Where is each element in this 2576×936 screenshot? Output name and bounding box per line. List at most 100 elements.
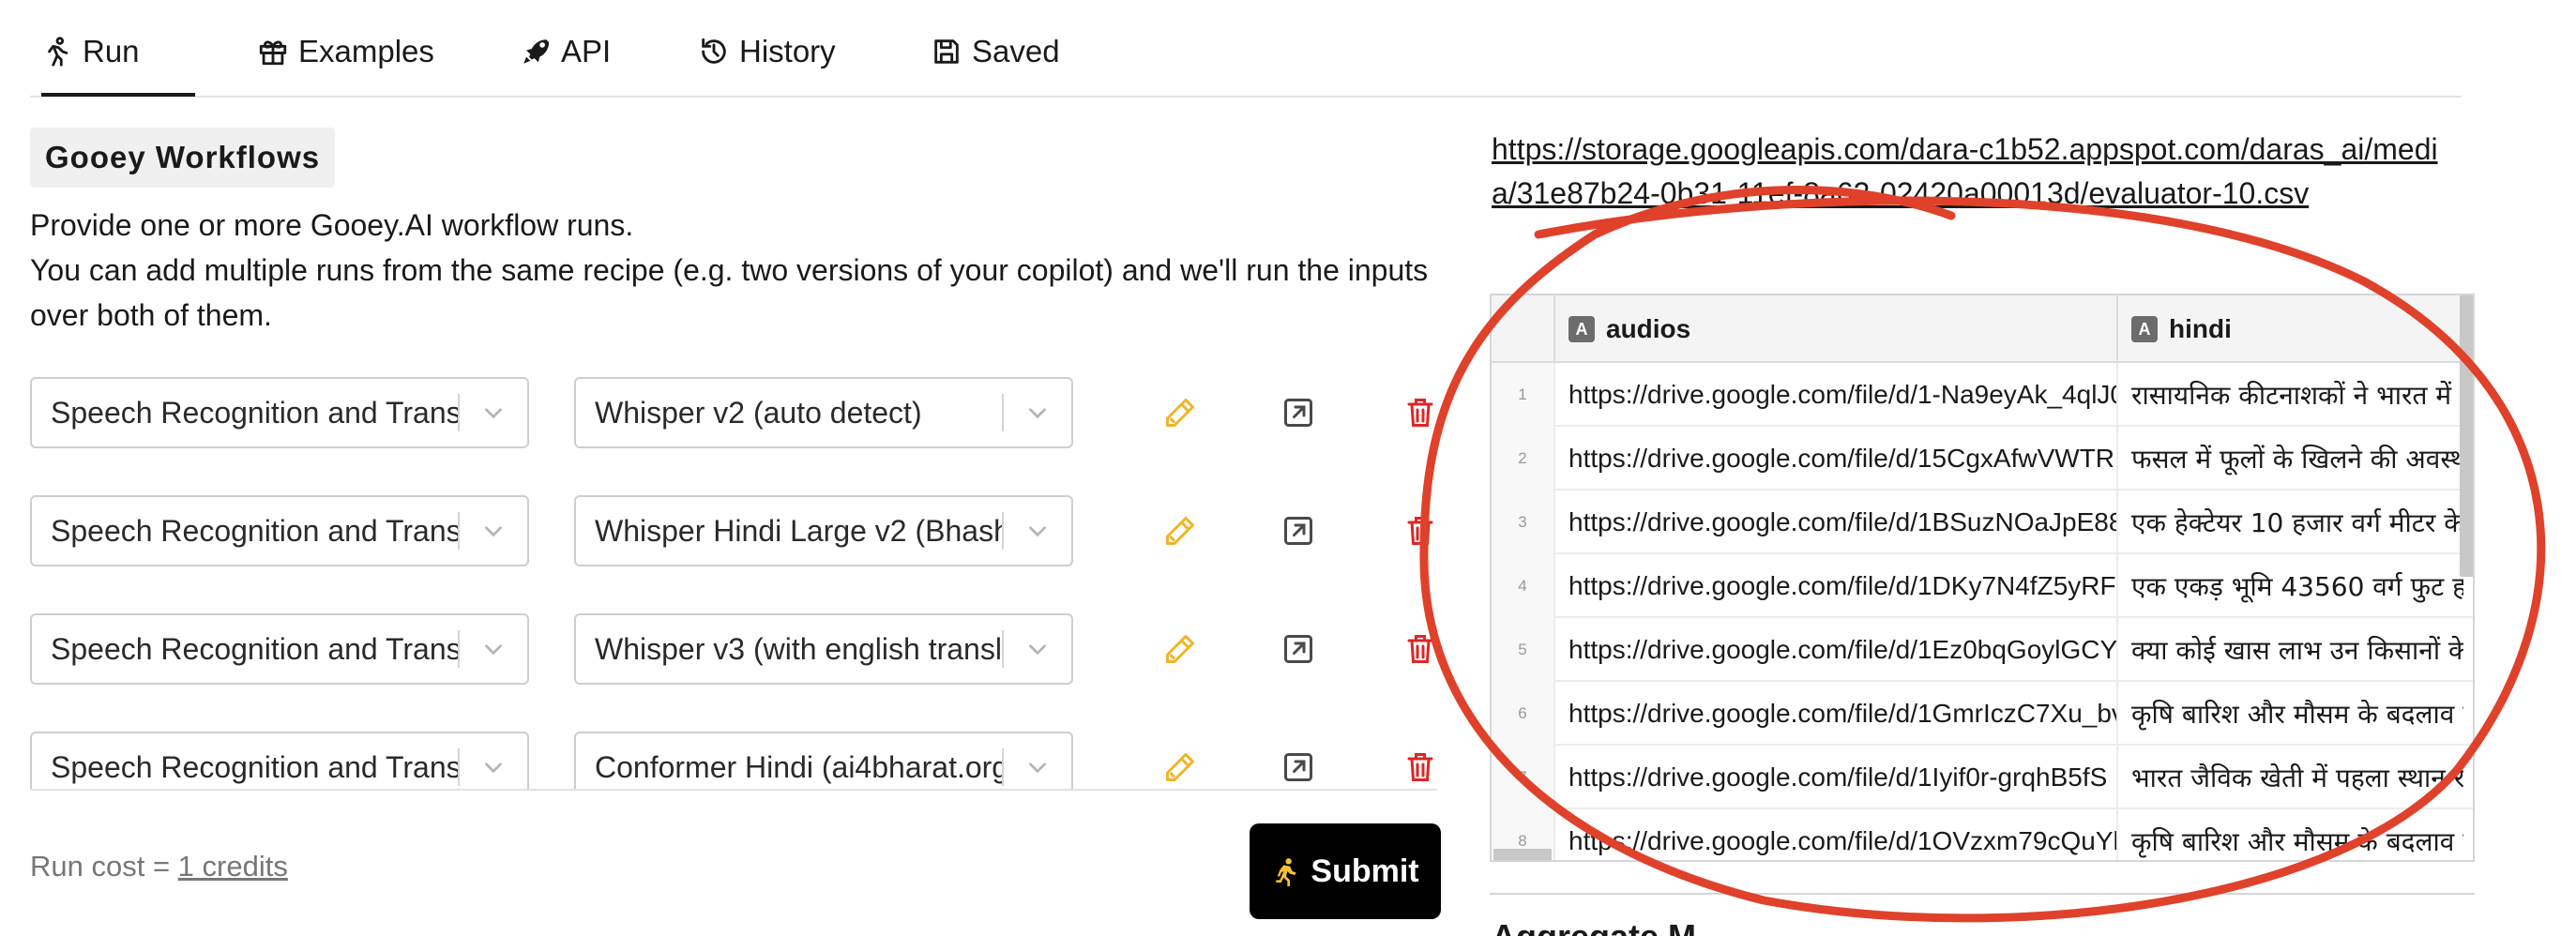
trash-icon[interactable] xyxy=(1402,394,1437,431)
open-link-icon[interactable] xyxy=(1280,748,1317,786)
column-header-audios[interactable]: A audios xyxy=(1553,295,2116,363)
chevron-down-icon xyxy=(460,379,527,446)
pencil-icon[interactable] xyxy=(1161,394,1199,431)
row-index: 4 xyxy=(1492,554,1553,618)
table-row[interactable]: 6 https://drive.google.com/file/d/1GmrIc… xyxy=(1492,682,2473,746)
table-row[interactable]: 2 https://drive.google.com/file/d/15CgxA… xyxy=(1492,427,2473,491)
open-link-icon[interactable] xyxy=(1280,512,1317,550)
recipe-select-value: Speech Recognition and Translation xyxy=(51,631,458,666)
grid-horizontal-scrollbar[interactable] xyxy=(1493,849,1552,860)
recipe-select[interactable]: Speech Recognition and Translation xyxy=(30,495,529,566)
text-column-icon: A xyxy=(1568,316,1595,342)
tab-examples-label: Examples xyxy=(298,34,434,68)
column-header-label: audios xyxy=(1606,314,1691,343)
grid-body: 1 https://drive.google.com/file/d/1-Na9e… xyxy=(1492,363,2473,860)
recipe-select-value: Speech Recognition and Translation xyxy=(51,395,458,430)
model-select[interactable]: Whisper v3 (with english translation) xyxy=(574,613,1073,685)
row-index: 1 xyxy=(1492,363,1553,427)
model-select-value: Whisper v2 (auto detect) xyxy=(595,395,922,430)
tab-saved-label: Saved xyxy=(972,34,1060,68)
submit-label: Submit xyxy=(1311,853,1419,889)
pencil-icon[interactable] xyxy=(1161,512,1199,550)
chevron-down-icon xyxy=(460,497,527,565)
recipe-select-value: Speech Recognition and Translation xyxy=(51,513,458,548)
tab-api-label: API xyxy=(561,34,612,68)
workflow-row: Speech Recognition and Translation Whisp… xyxy=(30,613,1437,685)
table-row[interactable]: 1 https://drive.google.com/file/d/1-Na9e… xyxy=(1492,363,2473,427)
table-row[interactable]: 8 https://drive.google.com/file/d/1OVzxm… xyxy=(1492,809,2473,860)
run-cost-prefix: Run cost = xyxy=(30,850,178,883)
open-link-icon[interactable] xyxy=(1280,394,1317,431)
tab-history[interactable]: History xyxy=(698,34,836,69)
cell-hindi[interactable]: क्या कोई खास लाभ उन किसानों के लिए xyxy=(2116,618,2463,682)
tab-run-label: Run xyxy=(83,34,140,68)
grid-header: A audios A hindi xyxy=(1492,295,2473,363)
row-index: 7 xyxy=(1492,746,1553,809)
workflow-row: Speech Recognition and Translation Whisp… xyxy=(30,377,1437,448)
chevron-down-icon xyxy=(460,733,527,789)
tab-saved[interactable]: Saved xyxy=(931,34,1060,69)
open-link-icon[interactable] xyxy=(1280,630,1317,668)
run-icon xyxy=(48,37,68,67)
table-row[interactable]: 3 https://drive.google.com/file/d/1BSuzN… xyxy=(1492,491,2473,554)
cell-hindi[interactable]: भारत जैविक खेती में पहला स्थान रखता xyxy=(2116,746,2463,809)
table-row[interactable]: 7 https://drive.google.com/file/d/1Iyif0… xyxy=(1492,746,2473,809)
save-icon xyxy=(934,39,959,64)
chevron-down-icon xyxy=(1004,379,1071,446)
cell-audios[interactable]: https://drive.google.com/file/d/1-Na9eyA… xyxy=(1553,363,2116,427)
gift-icon xyxy=(259,40,287,66)
model-select[interactable]: Conformer Hindi (ai4bharat.org) xyxy=(574,732,1073,789)
model-select[interactable]: Whisper v2 (auto detect) xyxy=(574,377,1073,448)
row-index: 2 xyxy=(1492,427,1553,491)
text-column-icon: A xyxy=(2131,316,2158,342)
tab-bar: Run Examples API History Saved xyxy=(30,17,2462,98)
cell-audios[interactable]: https://drive.google.com/file/d/1DKy7N4f… xyxy=(1553,554,2116,618)
cell-audios[interactable]: https://drive.google.com/file/d/15CgxAfw… xyxy=(1553,427,2116,491)
model-select[interactable]: Whisper Hindi Large v2 (Bhashini) xyxy=(574,495,1073,566)
cell-audios[interactable]: https://drive.google.com/file/d/1Iyif0r-… xyxy=(1553,746,2116,809)
section-divider xyxy=(1490,893,2475,895)
csv-file-link[interactable]: https://storage.googleapis.com/dara-c1b5… xyxy=(1492,128,2448,216)
model-select-value: Whisper Hindi Large v2 (Bhashini) xyxy=(595,513,1002,548)
submit-button[interactable]: Submit xyxy=(1250,823,1441,919)
model-select-value: Conformer Hindi (ai4bharat.org) xyxy=(595,749,1002,784)
cell-hindi[interactable]: एक हेक्टेयर 10 हजार वर्ग मीटर के बराबर xyxy=(2116,491,2463,554)
cell-audios[interactable]: https://drive.google.com/file/d/1OVzxm79… xyxy=(1553,809,2116,860)
trash-icon[interactable] xyxy=(1402,630,1437,668)
chevron-down-icon xyxy=(460,615,527,683)
chevron-down-icon xyxy=(1004,733,1071,789)
cell-hindi[interactable]: कृषि बारिश और मौसम के बदलाव पर xyxy=(2116,809,2463,860)
cell-hindi[interactable]: एक एकड़ भूमि 43560 वर्ग फुट होती है xyxy=(2116,554,2463,618)
section-title: Gooey Workflows xyxy=(30,128,336,188)
recipe-select[interactable]: Speech Recognition and Translation xyxy=(30,732,529,789)
cell-audios[interactable]: https://drive.google.com/file/d/1Ez0bqGo… xyxy=(1553,618,2116,682)
pencil-icon[interactable] xyxy=(1161,630,1199,668)
run-cost-credits-link[interactable]: 1 credits xyxy=(178,850,288,883)
recipe-select[interactable]: Speech Recognition and Translation xyxy=(30,613,529,685)
cell-hindi[interactable]: फसल में फूलों के खिलने की अवस्था को xyxy=(2116,427,2463,491)
workflow-row: Speech Recognition and Translation Whisp… xyxy=(30,495,1437,566)
pencil-icon[interactable] xyxy=(1161,748,1199,786)
row-index: 5 xyxy=(1492,618,1553,682)
cell-audios[interactable]: https://drive.google.com/file/d/1BSuzNOa… xyxy=(1553,491,2116,554)
workflow-list: Speech Recognition and Translation Whisp… xyxy=(30,364,1437,791)
cell-hindi[interactable]: रासायनिक कीटनाशकों ने भारत में पहले xyxy=(2116,363,2463,427)
table-row[interactable]: 5 https://drive.google.com/file/d/1Ez0bq… xyxy=(1492,618,2473,682)
tab-api[interactable]: API xyxy=(520,34,611,69)
trash-icon[interactable] xyxy=(1402,512,1437,550)
rocket-icon xyxy=(523,39,550,64)
tab-run[interactable]: Run xyxy=(41,34,140,69)
cell-hindi[interactable]: कृषि बारिश और मौसम के बदलाव पर xyxy=(2116,682,2463,746)
tab-history-label: History xyxy=(739,34,836,68)
cell-audios[interactable]: https://drive.google.com/file/d/1GmrIczC… xyxy=(1553,682,2116,746)
recipe-select[interactable]: Speech Recognition and Translation xyxy=(30,377,529,448)
grid-vertical-scrollbar[interactable] xyxy=(2460,295,2473,577)
table-row[interactable]: 4 https://drive.google.com/file/d/1DKy7N… xyxy=(1492,554,2473,618)
column-header-hindi[interactable]: A hindi xyxy=(2116,295,2473,363)
description-line-1: Provide one or more Gooey.AI workflow ru… xyxy=(30,208,634,242)
tab-examples[interactable]: Examples xyxy=(257,34,434,69)
chevron-down-icon xyxy=(1004,497,1071,565)
recipe-select-value: Speech Recognition and Translation xyxy=(51,749,458,784)
row-index: 3 xyxy=(1492,491,1553,554)
trash-icon[interactable] xyxy=(1402,748,1437,786)
